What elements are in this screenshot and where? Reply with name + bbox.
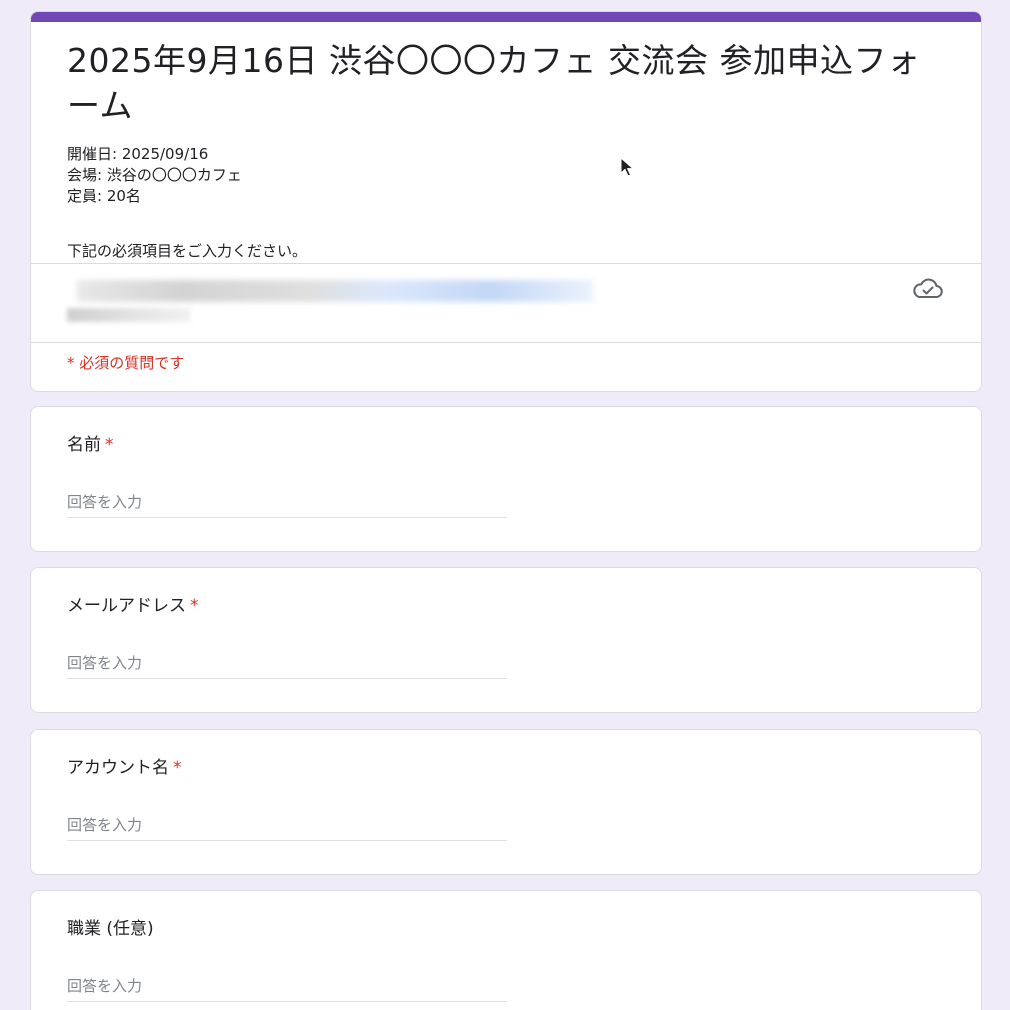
form-page: 2025年9月16日 渋谷〇〇〇カフェ 交流会 参加申込フォーム 開催日: 20… <box>0 0 1010 1010</box>
account-row <box>31 263 981 343</box>
description-capacity: 定員: 20名 <box>67 187 141 205</box>
question-label: アカウント名 * <box>67 757 182 779</box>
form-description: 開催日: 2025/09/16 会場: 渋谷の〇〇〇カフェ 定員: 20名 <box>67 144 242 207</box>
question-card-name: 名前 * <box>30 406 982 552</box>
cloud-check-icon[interactable] <box>911 276 945 302</box>
question-card-account-name: アカウント名 * <box>30 729 982 875</box>
question-title: アカウント名 <box>67 758 169 778</box>
account-switch-redacted[interactable] <box>67 308 191 322</box>
question-card-occupation: 職業 (任意) <box>30 890 982 1010</box>
occupation-input[interactable] <box>67 971 507 1002</box>
question-title: メールアドレス <box>67 596 186 616</box>
form-instruction: 下記の必須項目をご入力ください。 <box>67 242 308 260</box>
question-label: 職業 (任意) <box>67 918 154 940</box>
mouse-cursor-icon <box>620 157 635 177</box>
question-title: 職業 (任意) <box>67 919 154 939</box>
required-star: * <box>173 758 182 778</box>
required-star: * <box>105 435 114 455</box>
required-note: * 必須の質問です <box>67 354 185 372</box>
question-label: メールアドレス * <box>67 595 199 617</box>
description-date: 開催日: 2025/09/16 <box>67 145 209 163</box>
email-input[interactable] <box>67 648 507 679</box>
question-label: 名前 * <box>67 434 114 456</box>
description-venue: 会場: 渋谷の〇〇〇カフェ <box>67 166 242 184</box>
header-accent-bar <box>31 12 981 22</box>
form-header-card: 2025年9月16日 渋谷〇〇〇カフェ 交流会 参加申込フォーム 開催日: 20… <box>30 11 982 392</box>
question-card-email: メールアドレス * <box>30 567 982 713</box>
form-title: 2025年9月16日 渋谷〇〇〇カフェ 交流会 参加申込フォーム <box>67 41 921 125</box>
name-input[interactable] <box>67 487 507 518</box>
question-title: 名前 <box>67 435 101 455</box>
account-name-input[interactable] <box>67 810 507 841</box>
required-star: * <box>190 596 199 616</box>
account-email-redacted <box>77 280 593 302</box>
